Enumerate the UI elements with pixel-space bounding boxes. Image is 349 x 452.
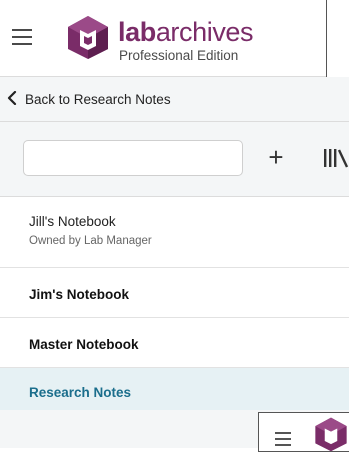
labarchives-logo-icon[interactable] — [66, 14, 110, 60]
library-icon[interactable] — [323, 148, 349, 168]
brand-name-bold: lab — [118, 17, 156, 47]
notebook-item-jims-notebook[interactable]: Jim's Notebook — [0, 268, 349, 318]
search-input[interactable] — [23, 140, 243, 176]
chevron-left-icon — [7, 91, 17, 105]
back-link-label: Back to Research Notes — [25, 92, 171, 107]
back-to-research-notes-link[interactable]: Back to Research Notes — [0, 77, 349, 122]
add-notebook-button[interactable]: + — [262, 142, 290, 174]
brand-name-light: archives — [155, 17, 254, 47]
overlay-panel-preview — [258, 412, 349, 452]
notebook-name: Jim's Notebook — [29, 287, 129, 302]
plus-icon: + — [268, 142, 284, 172]
brand-name: labarchives — [118, 17, 254, 47]
notebook-item-research-notes[interactable]: Research Notes — [0, 368, 349, 416]
notebook-owner: Owned by Lab Manager — [29, 235, 152, 247]
hamburger-icon — [275, 432, 291, 450]
notebook-name: Jill's Notebook — [29, 214, 116, 229]
labarchives-logo-icon — [315, 417, 347, 452]
notebook-name: Research Notes — [29, 385, 132, 400]
app-header: labarchives Professional Edition — [0, 0, 349, 77]
notebook-item-jills-notebook[interactable]: Jill's Notebook Owned by Lab Manager — [0, 197, 349, 268]
notebook-item-master-notebook[interactable]: Master Notebook — [0, 318, 349, 368]
hamburger-icon[interactable] — [12, 29, 32, 45]
notebook-list: Jill's Notebook Owned by Lab Manager Jim… — [0, 197, 349, 416]
edition-label: Professional Edition — [119, 48, 239, 63]
notebook-name: Master Notebook — [29, 337, 139, 352]
toolbar: + — [0, 122, 349, 197]
